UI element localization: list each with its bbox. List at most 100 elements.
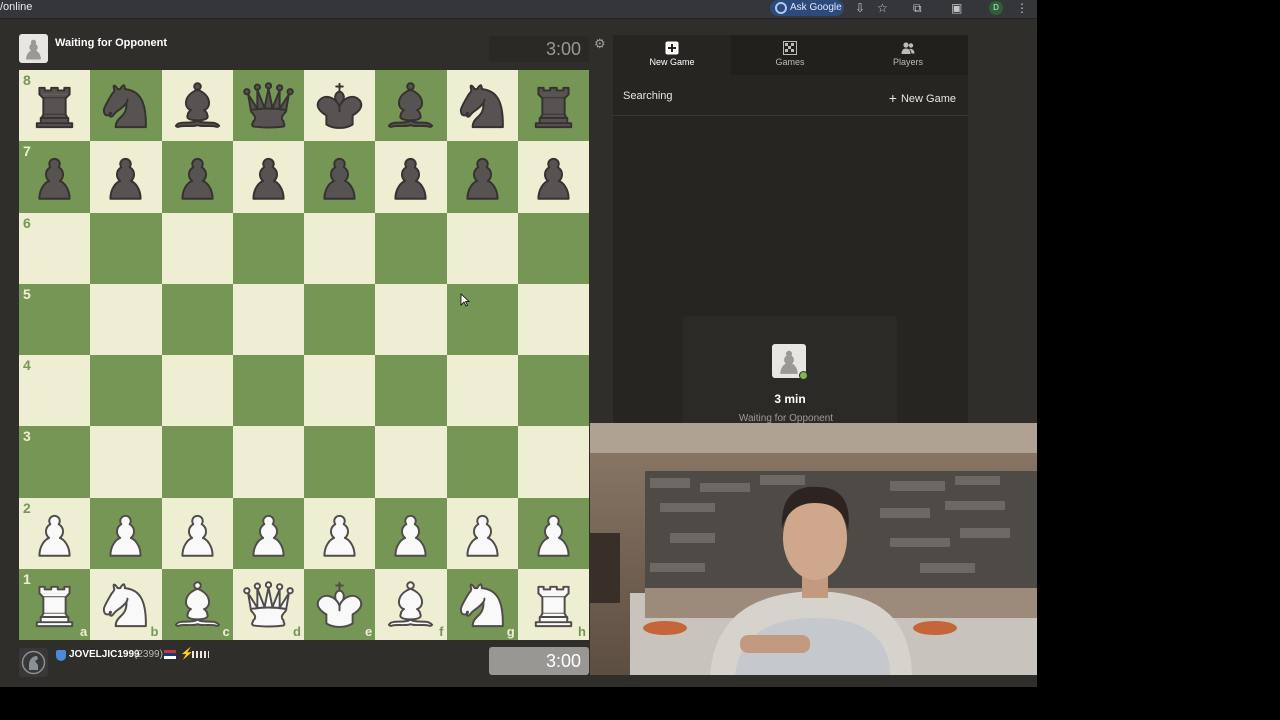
ask-google-button[interactable]: Ask Google: [770, 0, 844, 16]
black-pawn-icon[interactable]: [381, 147, 440, 206]
square-a8[interactable]: 8: [19, 70, 91, 142]
square-d7[interactable]: [232, 141, 304, 213]
black-bishop-icon[interactable]: [381, 76, 440, 135]
square-g6[interactable]: [446, 212, 518, 284]
square-c1[interactable]: c: [161, 568, 233, 640]
install-app-icon[interactable]: ⇩: [855, 1, 865, 15]
white-pawn-icon[interactable]: [96, 504, 155, 563]
square-h2[interactable]: [517, 497, 589, 569]
square-d5[interactable]: [232, 283, 304, 355]
black-pawn-icon[interactable]: [96, 147, 155, 206]
square-e5[interactable]: [304, 283, 376, 355]
square-b6[interactable]: [90, 212, 162, 284]
square-b8[interactable]: [90, 70, 162, 142]
square-g1[interactable]: g: [446, 568, 518, 640]
square-a1[interactable]: 1a: [19, 568, 91, 640]
square-e6[interactable]: [304, 212, 376, 284]
bookmark-star-icon[interactable]: ☆: [877, 1, 888, 15]
square-g7[interactable]: [446, 141, 518, 213]
black-knight-icon[interactable]: [96, 76, 155, 135]
address-bar-url[interactable]: /online: [0, 1, 32, 13]
square-c5[interactable]: [161, 283, 233, 355]
browser-menu-icon[interactable]: ⋮: [1016, 1, 1028, 15]
square-f5[interactable]: [375, 283, 447, 355]
white-pawn-icon[interactable]: [381, 504, 440, 563]
square-g8[interactable]: [446, 70, 518, 142]
black-rook-icon[interactable]: [524, 76, 583, 135]
square-f7[interactable]: [375, 141, 447, 213]
black-knight-icon[interactable]: [453, 76, 512, 135]
square-h7[interactable]: [517, 141, 589, 213]
square-c2[interactable]: [161, 497, 233, 569]
square-b5[interactable]: [90, 283, 162, 355]
square-e2[interactable]: [304, 497, 376, 569]
square-c3[interactable]: [161, 426, 233, 498]
square-c6[interactable]: [161, 212, 233, 284]
square-d3[interactable]: [232, 426, 304, 498]
black-rook-icon[interactable]: [25, 76, 84, 135]
square-a2[interactable]: 2: [19, 497, 91, 569]
black-king-icon[interactable]: [310, 76, 369, 135]
square-g2[interactable]: [446, 497, 518, 569]
white-rook-icon[interactable]: [524, 575, 583, 634]
square-h5[interactable]: [517, 283, 589, 355]
white-pawn-icon[interactable]: [524, 504, 583, 563]
square-a4[interactable]: 4: [19, 355, 91, 427]
black-pawn-icon[interactable]: [453, 147, 512, 206]
square-a5[interactable]: 5: [19, 283, 91, 355]
square-b1[interactable]: b: [90, 568, 162, 640]
square-h8[interactable]: [517, 70, 589, 142]
square-f8[interactable]: [375, 70, 447, 142]
white-pawn-icon[interactable]: [310, 504, 369, 563]
profile-avatar[interactable]: D: [989, 1, 1003, 15]
chess-board[interactable]: 876 5 4 3 21abcdefgh: [19, 70, 589, 640]
white-pawn-icon[interactable]: [453, 504, 512, 563]
black-queen-icon[interactable]: [239, 76, 298, 135]
square-g5[interactable]: [446, 283, 518, 355]
square-d6[interactable]: [232, 212, 304, 284]
square-f6[interactable]: [375, 212, 447, 284]
black-pawn-icon[interactable]: [25, 147, 84, 206]
square-f3[interactable]: [375, 426, 447, 498]
square-f1[interactable]: f: [375, 568, 447, 640]
white-bishop-icon[interactable]: [168, 575, 227, 634]
black-pawn-icon[interactable]: [168, 147, 227, 206]
white-pawn-icon[interactable]: [239, 504, 298, 563]
square-d2[interactable]: [232, 497, 304, 569]
tab-games[interactable]: Games: [731, 35, 849, 75]
seek-card[interactable]: 3 min Waiting for Opponent: [683, 316, 897, 425]
white-knight-icon[interactable]: [453, 575, 512, 634]
square-f4[interactable]: [375, 355, 447, 427]
white-rook-icon[interactable]: [25, 575, 84, 634]
square-c8[interactable]: [161, 70, 233, 142]
square-h1[interactable]: h: [517, 568, 589, 640]
square-e1[interactable]: e: [304, 568, 376, 640]
square-a3[interactable]: 3: [19, 426, 91, 498]
new-game-button[interactable]: + New Game: [889, 90, 956, 106]
tab-players[interactable]: Players: [849, 35, 967, 75]
white-pawn-icon[interactable]: [168, 504, 227, 563]
square-c4[interactable]: [161, 355, 233, 427]
square-g4[interactable]: [446, 355, 518, 427]
square-d4[interactable]: [232, 355, 304, 427]
square-h3[interactable]: [517, 426, 589, 498]
white-king-icon[interactable]: [310, 575, 369, 634]
black-pawn-icon[interactable]: [239, 147, 298, 206]
square-d8[interactable]: [232, 70, 304, 142]
white-queen-icon[interactable]: [239, 575, 298, 634]
square-a7[interactable]: 7: [19, 141, 91, 213]
square-e8[interactable]: [304, 70, 376, 142]
square-h6[interactable]: [517, 212, 589, 284]
black-pawn-icon[interactable]: [310, 147, 369, 206]
gear-icon[interactable]: ⚙: [594, 36, 606, 52]
square-b7[interactable]: [90, 141, 162, 213]
square-h4[interactable]: [517, 355, 589, 427]
square-d1[interactable]: d: [232, 568, 304, 640]
square-a6[interactable]: 6: [19, 212, 91, 284]
square-f2[interactable]: [375, 497, 447, 569]
black-bishop-icon[interactable]: [168, 76, 227, 135]
white-knight-icon[interactable]: [96, 575, 155, 634]
extensions-icon[interactable]: ⧉: [913, 1, 922, 15]
side-panel-icon[interactable]: ▣: [951, 1, 962, 15]
square-g3[interactable]: [446, 426, 518, 498]
